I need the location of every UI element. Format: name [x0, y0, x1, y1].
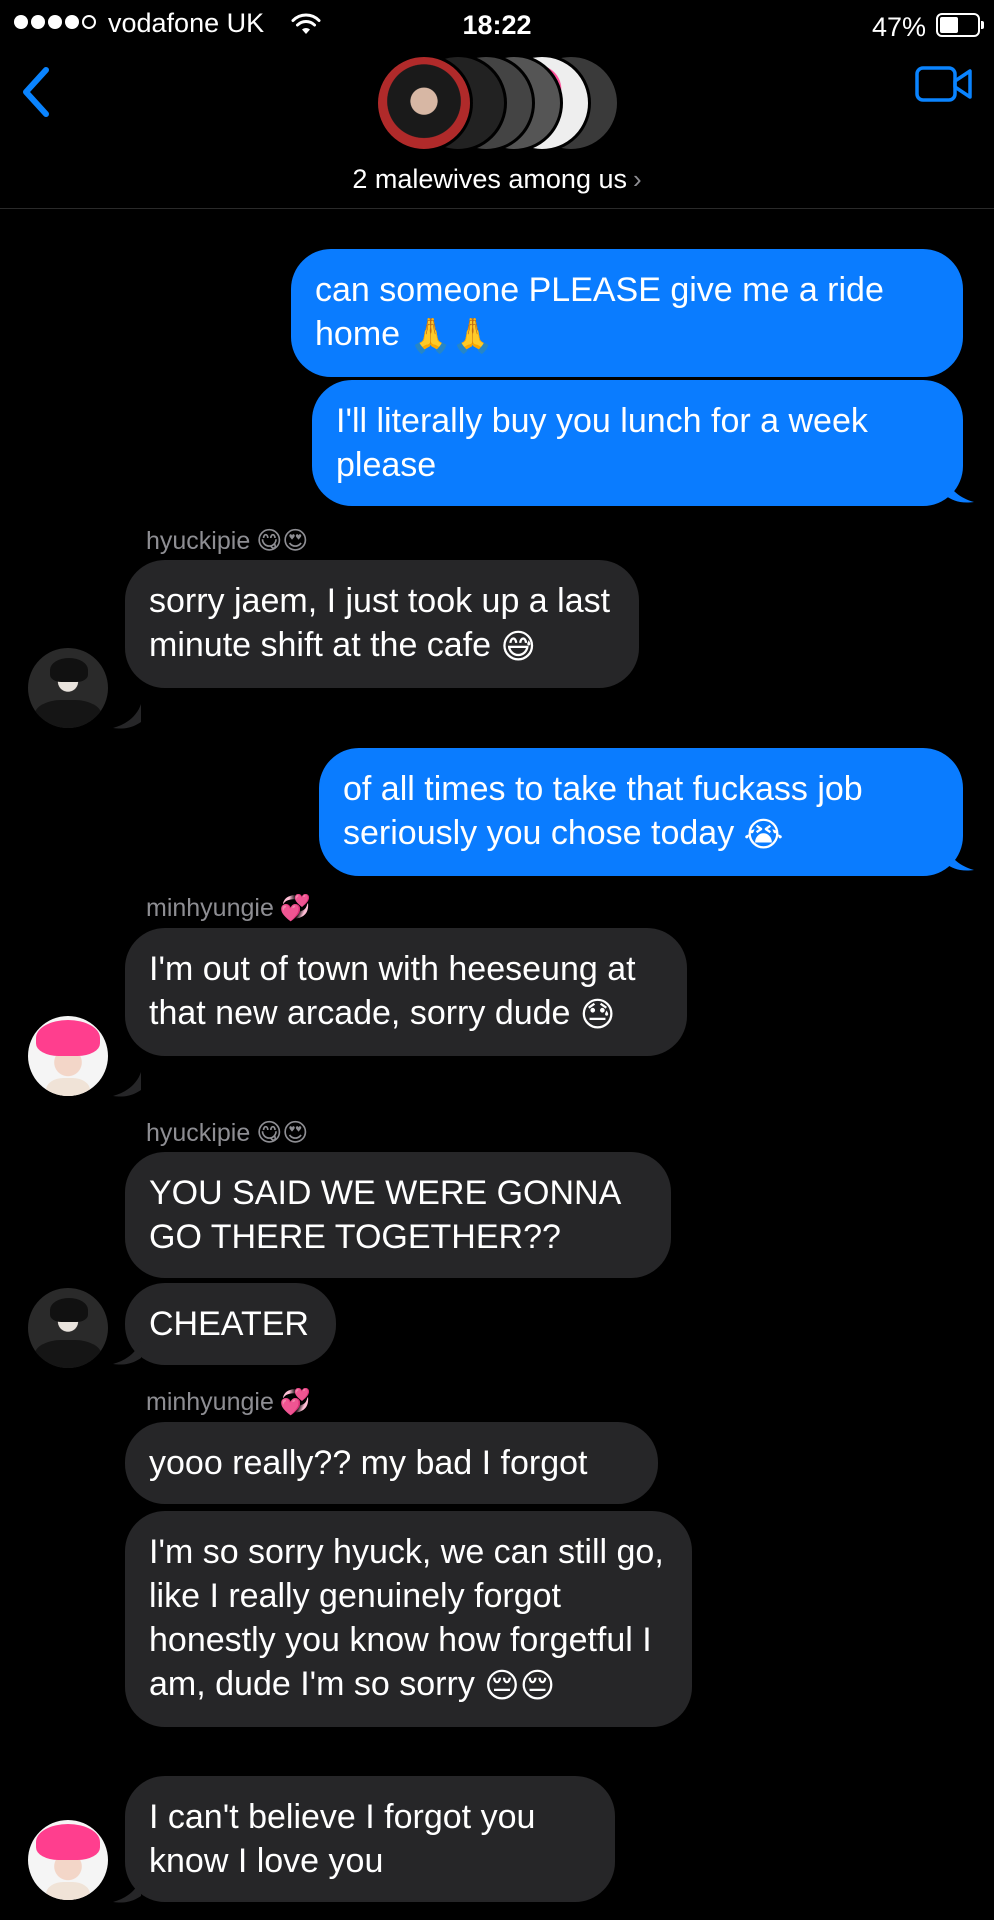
message-tail	[113, 704, 141, 729]
message-tail	[946, 846, 974, 871]
chevron-left-icon[interactable]	[16, 62, 56, 122]
emoji: 💞	[279, 1388, 311, 1416]
battery-percentage: 47%	[871, 12, 926, 42]
group-avatar-stack[interactable]	[375, 54, 620, 154]
message-text: I can't believe I forgot you know I love…	[149, 1798, 536, 1880]
message-text: of all times to take that fuckass job se…	[343, 770, 863, 852]
emoji: 😭	[743, 816, 784, 855]
chevron-right-icon: ›	[632, 164, 642, 194]
message-text: can someone PLEASE give me a ride home	[315, 271, 884, 353]
incoming-message[interactable]: I can't believe I forgot you know I love…	[125, 1776, 615, 1902]
avatar[interactable]	[28, 648, 108, 728]
incoming-message[interactable]: yooo really?? my bad I forgot	[125, 1422, 658, 1504]
avatar[interactable]	[28, 1288, 108, 1368]
clock: 18:22	[462, 10, 532, 40]
avatar	[375, 54, 473, 152]
avatar[interactable]	[28, 1820, 108, 1900]
video-camera-icon[interactable]	[914, 62, 974, 106]
incoming-message[interactable]: YOU SAID WE WERE GONNA GO THERE TOGETHER…	[125, 1152, 671, 1278]
incoming-message[interactable]: CHEATER	[125, 1283, 336, 1365]
message-text: sorry jaem, I just took up a last minute…	[149, 582, 611, 664]
outgoing-message[interactable]: of all times to take that fuckass job se…	[319, 748, 963, 877]
battery-icon	[936, 13, 984, 37]
group-name-button[interactable]: 2 malewives among us ›	[0, 164, 994, 195]
sender-name: hyuckipie 😋😍	[146, 526, 309, 556]
group-name: 2 malewives among us	[352, 164, 627, 194]
conversation-header: 2 malewives among us ›	[0, 52, 994, 209]
message-text: I'm so sorry hyuck, we can still go, lik…	[149, 1533, 664, 1703]
sender-name: minhyungie 💞	[146, 1388, 311, 1416]
outgoing-message[interactable]: I'll literally buy you lunch for a week …	[312, 380, 963, 506]
emoji: 😓	[579, 996, 616, 1035]
emoji: 😋😍	[256, 1119, 309, 1147]
message-tail	[113, 1072, 141, 1097]
sender-name: minhyungie 💞	[146, 894, 311, 922]
outgoing-message[interactable]: can someone PLEASE give me a ride home 🙏…	[291, 249, 963, 378]
sender-name: hyuckipie 😋😍	[146, 1118, 309, 1148]
message-text: YOU SAID WE WERE GONNA GO THERE TOGETHER…	[149, 1174, 620, 1256]
emoji: 💞	[279, 894, 311, 922]
incoming-message[interactable]: sorry jaem, I just took up a last minute…	[125, 560, 639, 689]
avatar[interactable]	[28, 1016, 108, 1096]
message-tail	[946, 478, 974, 503]
message-tail	[113, 1340, 141, 1365]
message-text: yooo really?? my bad I forgot	[149, 1444, 588, 1482]
emoji: 😔😔	[484, 1667, 556, 1706]
message-text: CHEATER	[149, 1305, 309, 1343]
message-text: I'm out of town with heeseung at that ne…	[149, 950, 636, 1032]
emoji: 🙏🙏	[409, 317, 495, 356]
emoji: 😅	[500, 628, 536, 667]
incoming-message[interactable]: I'm so sorry hyuck, we can still go, lik…	[125, 1511, 692, 1728]
incoming-message[interactable]: I'm out of town with heeseung at that ne…	[125, 928, 687, 1057]
message-tail	[113, 1878, 141, 1903]
status-bar: vodafone UK 18:22 47%	[0, 0, 994, 52]
message-text: I'll literally buy you lunch for a week …	[336, 402, 868, 484]
emoji: 😋😍	[256, 527, 309, 555]
